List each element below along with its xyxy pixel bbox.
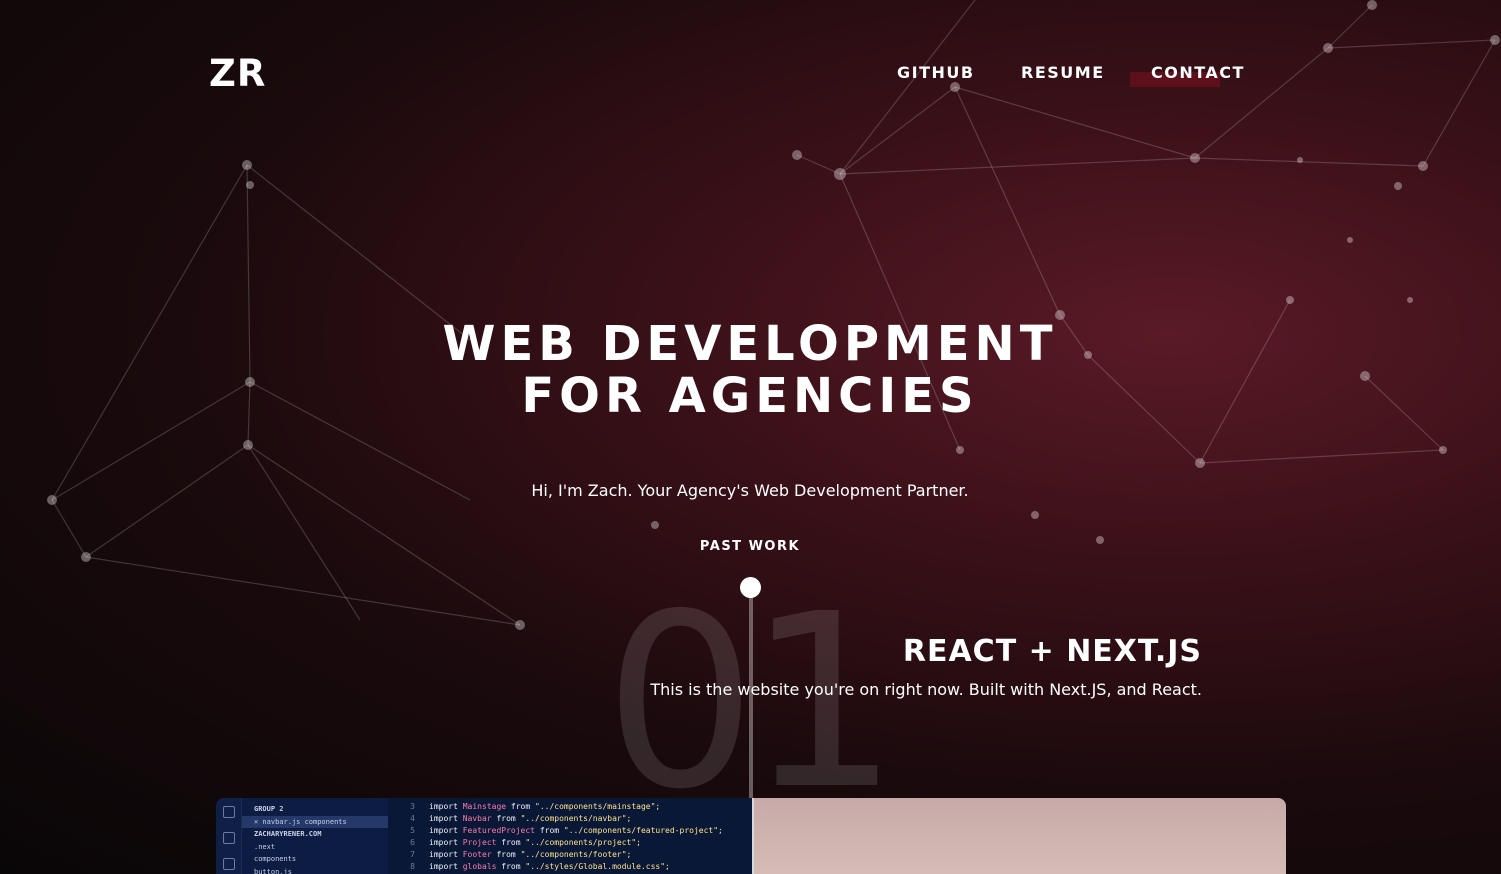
explorer-item: × navbar.js components xyxy=(242,815,388,828)
source-control-icon xyxy=(223,806,235,818)
code-line: 3 import Mainstage from "../components/ma… xyxy=(410,802,661,811)
hero-title-line2: FOR AGENCIES xyxy=(521,368,979,424)
explorer-item: components xyxy=(254,855,297,863)
extensions-icon xyxy=(223,858,235,870)
editor-explorer: GROUP 2 × navbar.js components ZACHARYRE… xyxy=(242,798,388,874)
nav-link-github[interactable]: GITHUB xyxy=(897,63,975,82)
project-number: 01 xyxy=(604,562,899,842)
project-description: This is the website you're on right now.… xyxy=(650,680,1202,699)
past-work-label[interactable]: PAST WORK xyxy=(650,539,850,554)
main-nav: GITHUB RESUME CONTACT xyxy=(0,63,1501,87)
run-debug-icon xyxy=(223,832,235,844)
code-line: 8 import globals from "../styles/Global.m… xyxy=(410,862,670,871)
project-title: REACT + NEXT.JS xyxy=(902,634,1202,669)
code-line: 4 import Navbar from "../components/navba… xyxy=(410,814,632,823)
code-line: 7 import Footer from "../components/foote… xyxy=(410,850,632,859)
hero-subtitle: Hi, I'm Zach. Your Agency's Web Developm… xyxy=(531,481,969,500)
explorer-item: ZACHARYRENER.COM xyxy=(254,830,322,838)
timeline-dot xyxy=(740,577,761,598)
nav-link-contact[interactable]: CONTACT xyxy=(1151,63,1245,82)
code-line: 5 import FeaturedProject from "../compone… xyxy=(410,826,723,835)
project-preview-image[interactable]: GROUP 2 × navbar.js components ZACHARYRE… xyxy=(216,798,1286,874)
code-line: 6 import Project from "../components/proj… xyxy=(410,838,641,847)
editor-code: 3 import Mainstage from "../components/ma… xyxy=(388,798,752,874)
hero-title-line1: WEB DEVELOPMENT xyxy=(442,316,1058,372)
editor-activity-bar xyxy=(216,798,242,874)
preview-photo xyxy=(754,798,1286,874)
code-editor-screenshot: GROUP 2 × navbar.js components ZACHARYRE… xyxy=(216,798,752,874)
explorer-item: GROUP 2 xyxy=(254,805,284,813)
hero-title: WEB DEVELOPMENT FOR AGENCIES xyxy=(300,318,1200,422)
explorer-item: button.js xyxy=(254,867,292,874)
explorer-item: .next xyxy=(254,842,276,851)
nav-link-resume[interactable]: RESUME xyxy=(1021,63,1105,82)
